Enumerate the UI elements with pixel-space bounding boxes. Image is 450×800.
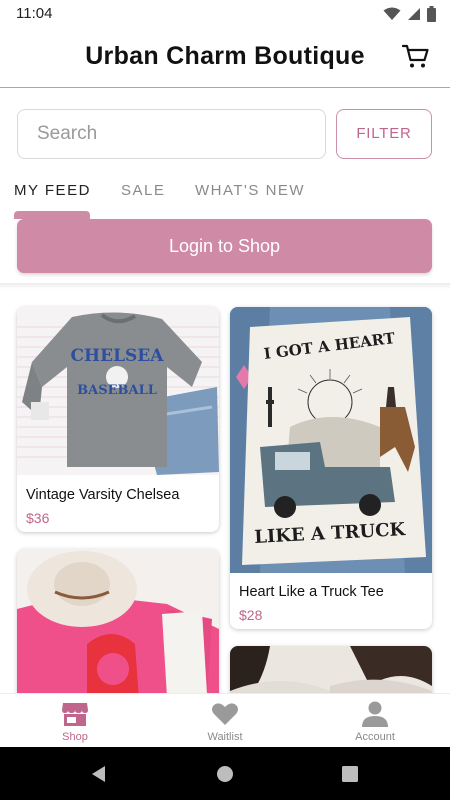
- cart-button[interactable]: [401, 44, 430, 70]
- product-image: CHELSEA BASEBALL: [17, 307, 219, 475]
- bottom-navigation: Shop Waitlist Account: [0, 693, 450, 747]
- store-icon: [62, 703, 88, 726]
- back-icon[interactable]: [89, 764, 109, 784]
- feed-tabs: MY FEED SALE WHAT'S NEW: [0, 178, 450, 219]
- nav-account[interactable]: Account: [300, 694, 450, 748]
- system-navigation-bar: [0, 747, 450, 800]
- login-to-shop-button[interactable]: Login to Shop: [17, 219, 432, 273]
- tab-whats-new[interactable]: WHAT'S NEW: [195, 182, 305, 199]
- product-card-heart-like-a-truck[interactable]: I GOT A HEART LIKE A TRUCK Heart Like a …: [230, 307, 432, 629]
- store-title: Urban Charm Boutique: [85, 42, 365, 70]
- heart-icon: [212, 703, 238, 725]
- print-text: BASEBALL: [77, 383, 157, 398]
- product-price: $36: [26, 510, 50, 526]
- person-icon: [362, 701, 388, 727]
- signal-icon: [408, 8, 420, 20]
- nav-label: Account: [355, 731, 395, 743]
- wifi-icon: [383, 7, 401, 20]
- search-placeholder: Search: [37, 123, 98, 144]
- product-title: Vintage Varsity Chelsea: [26, 487, 180, 503]
- active-tab-indicator: [14, 211, 90, 219]
- product-price: $28: [239, 607, 263, 623]
- tab-sale[interactable]: SALE: [121, 182, 165, 199]
- product-title: Heart Like a Truck Tee: [239, 584, 384, 600]
- product-card-vintage-varsity-chelsea[interactable]: CHELSEA BASEBALL Vintage Varsity Chelsea…: [17, 307, 219, 532]
- nav-shop[interactable]: Shop: [0, 694, 150, 748]
- print-text: CHELSEA: [71, 346, 165, 366]
- battery-icon: [427, 6, 436, 22]
- nav-label: Shop: [62, 731, 88, 743]
- product-image: I GOT A HEART LIKE A TRUCK: [230, 307, 432, 573]
- app-header: Urban Charm Boutique: [0, 28, 450, 88]
- status-icons: [383, 6, 436, 22]
- nav-label: Waitlist: [207, 731, 243, 743]
- tab-my-feed[interactable]: MY FEED: [14, 182, 91, 199]
- nav-waitlist[interactable]: Waitlist: [150, 694, 300, 748]
- search-input[interactable]: Search: [17, 109, 326, 159]
- cart-icon: [401, 44, 429, 68]
- home-icon[interactable]: [215, 764, 235, 784]
- status-time: 11:04: [16, 5, 53, 22]
- section-divider: [0, 283, 450, 289]
- filter-button[interactable]: FILTER: [336, 109, 432, 159]
- app-screen: 11:04 Urban Charm Boutique Search FILTER…: [0, 0, 450, 800]
- status-bar: 11:04: [0, 0, 450, 28]
- recents-icon[interactable]: [340, 764, 360, 784]
